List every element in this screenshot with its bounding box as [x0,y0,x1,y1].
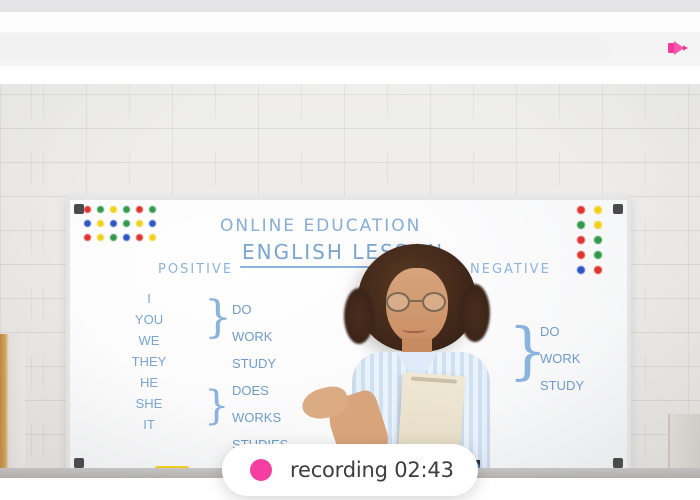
toolbar-spacer [0,66,700,84]
door-panel [9,334,25,478]
pronoun: THEY [131,354,167,369]
window-top-strip [0,0,700,12]
magnet [594,251,602,259]
magnet [594,206,602,214]
magnet [123,220,130,227]
magnet [136,206,143,213]
whiteboard-pronouns-left: I YOU WE THEY HE SHE IT [118,288,180,435]
whiteboard-corner [74,204,84,214]
verb: DOES [232,383,269,398]
verb: DO [232,302,252,317]
hair-tuft [460,284,490,342]
verb: DO [540,324,560,339]
magnet [97,220,104,227]
brace-icon: } [204,383,230,429]
whiteboard-title-line1: ONLINE EDUCATION [220,216,422,236]
magnet [577,266,585,274]
magnet [577,206,585,214]
recording-label: recording 02:43 [290,458,454,482]
magnet [594,236,602,244]
magnet [84,234,91,241]
magnet [594,221,602,229]
pronoun: IT [143,417,155,432]
send-play-icon[interactable] [666,37,690,58]
whiteboard-corner [74,458,84,468]
hair-tuft [344,288,374,344]
verb: WORKS [232,410,282,425]
glasses-icon [382,292,452,312]
magnet [149,234,156,241]
magnet [594,266,602,274]
search-input[interactable] [0,34,610,63]
pronoun: YOU [134,312,164,327]
magnet [84,220,91,227]
magnet [149,206,156,213]
whiteboard-verbs-right: DO WORK STUDY [540,318,584,399]
magnet [577,251,585,259]
brace-icon: } [204,292,232,343]
magnet [123,234,130,241]
smile [402,324,426,333]
door-edge [0,334,9,478]
verb: WORK [540,351,581,366]
magnet [110,234,117,241]
magnet [110,220,117,227]
magnet [136,234,143,241]
magnet [149,220,156,227]
recording-dot-icon [250,459,272,481]
verb: STUDY [232,356,277,371]
magnet [577,221,585,229]
recording-status-badge[interactable]: recording 02:43 [222,444,478,496]
magnet [110,206,117,213]
pronoun: HE [139,375,159,390]
verb: WORK [232,329,273,344]
verb: STUDY [540,378,585,393]
pronoun: WE [138,333,160,348]
teacher-figure [299,234,520,478]
magnet [123,206,130,213]
magnet-cluster-right [577,206,617,284]
pronoun: SHE [135,396,163,411]
magnet [136,220,143,227]
whiteboard-column-heading-positive: POSITIVE [158,262,234,277]
magnet [577,236,585,244]
magnet [97,234,104,241]
magnet-cluster-left [84,206,160,250]
magnet [97,206,104,213]
magnet [84,206,91,213]
whiteboard-verbs-left: DO WORK STUDY DOES WORKS STUDIES [232,296,288,458]
app-window: ONLINE EDUCATION ENGLISH LESSON POSITIVE… [0,0,700,500]
video-preview[interactable]: ONLINE EDUCATION ENGLISH LESSON POSITIVE… [0,84,700,478]
pronoun: I [147,291,151,306]
whiteboard-corner [613,458,623,468]
